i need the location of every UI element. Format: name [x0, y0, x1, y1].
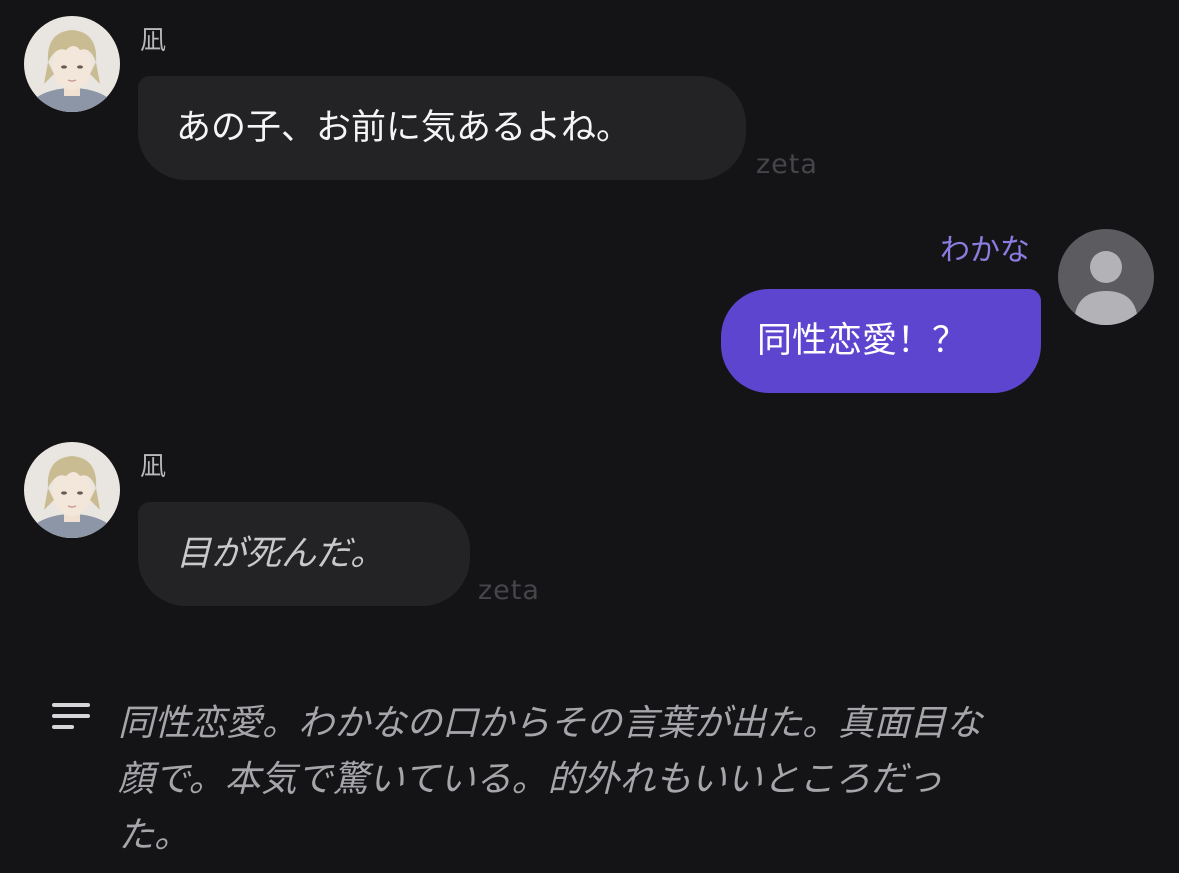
zeta-watermark: zeta: [756, 149, 818, 180]
user-avatar[interactable]: [1058, 229, 1154, 325]
character-name: 凪: [140, 452, 167, 482]
menu-lines-icon: [52, 700, 92, 734]
character-message-bubble[interactable]: あの子、お前に気あるよね。: [138, 76, 746, 180]
user-message-bubble[interactable]: 同性恋愛！？: [721, 289, 1041, 393]
zeta-watermark: zeta: [478, 575, 540, 606]
narration-text: 同性恋愛。わかなの口からその言葉が出た。真面目な 顔で。本気で驚いている。的外れ…: [118, 703, 983, 856]
character-name: 凪: [140, 26, 167, 56]
character-avatar[interactable]: [24, 442, 120, 538]
character-action-bubble[interactable]: 目が死んだ。: [138, 502, 470, 606]
chat-screen: 凪 あの子、お前に気あるよね。 zeta わかな 同性恋愛！？ 凪 目が死んだ。…: [0, 0, 1179, 873]
character-avatar[interactable]: [24, 16, 120, 112]
user-name: わかな: [940, 233, 1030, 268]
